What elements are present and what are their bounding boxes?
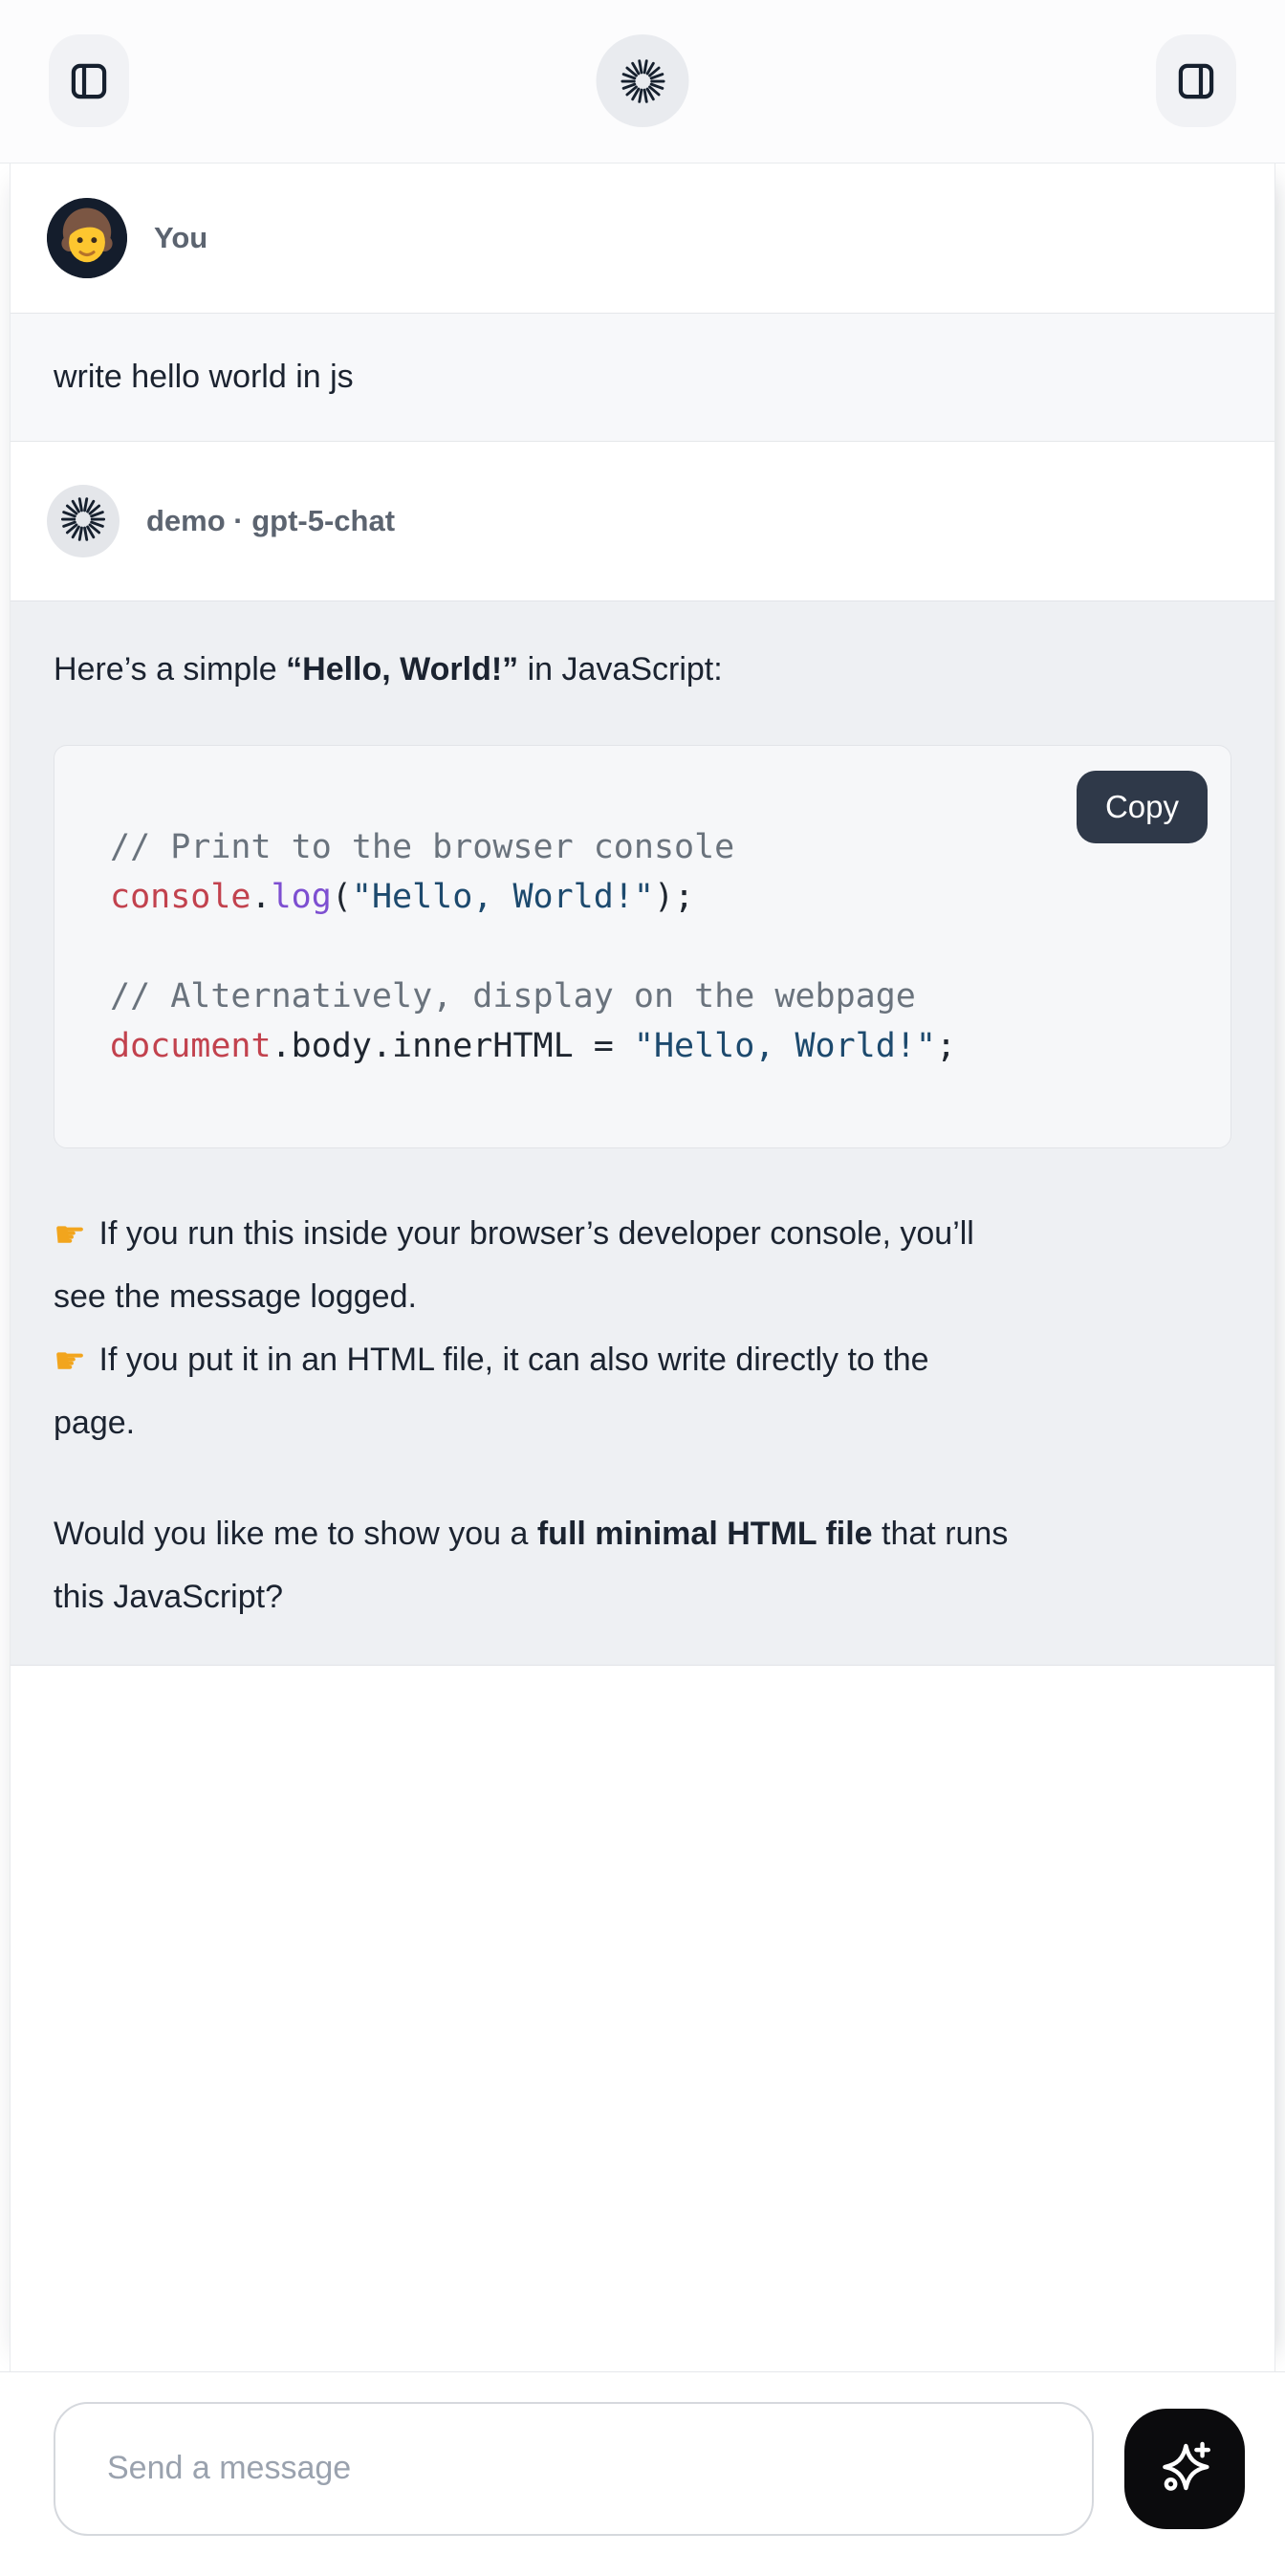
brand-button[interactable]: [597, 34, 689, 127]
person-emoji-icon: [47, 198, 127, 278]
code-content: // Print to the browser consoleconsole.l…: [110, 822, 1175, 1071]
user-sender-label: You: [154, 221, 207, 255]
starburst-icon: [621, 59, 664, 103]
assistant-message: Here’s a simple “Hello, World!” in JavaS…: [11, 600, 1274, 1666]
user-message-header: You: [11, 164, 1274, 313]
composer-bar: [0, 2371, 1285, 2576]
user-message-text: write hello world in js: [54, 359, 354, 396]
panel-right-icon: [1174, 59, 1218, 103]
assistant-paragraph-2: Would you like me to show you a full min…: [54, 1502, 1231, 1628]
user-avatar: [47, 198, 127, 278]
copy-code-button[interactable]: Copy: [1077, 771, 1208, 843]
sparkle-icon: [1153, 2435, 1216, 2501]
user-message: write hello world in js: [11, 313, 1274, 442]
panel-left-icon: [67, 59, 111, 103]
code-block: Copy // Print to the browser consolecons…: [54, 745, 1231, 1148]
right-panel-toggle-button[interactable]: [1156, 34, 1236, 127]
assistant-intro-text: Here’s a simple “Hello, World!” in JavaS…: [54, 638, 1231, 701]
starburst-icon: [61, 497, 105, 546]
assistant-avatar: [47, 485, 120, 557]
assistant-sender-label: demo · gpt-5-chat: [146, 504, 395, 538]
assistant-message-header: demo · gpt-5-chat: [11, 442, 1274, 600]
sidebar-toggle-button[interactable]: [49, 34, 129, 127]
assistant-paragraph-1: ☛ If you run this inside your browser’s …: [54, 1202, 1231, 1454]
top-bar: [0, 0, 1285, 164]
chat-thread: You write hello world in js demo · gpt-5…: [10, 164, 1275, 2371]
send-button[interactable]: [1124, 2409, 1245, 2529]
message-input[interactable]: [54, 2402, 1094, 2536]
